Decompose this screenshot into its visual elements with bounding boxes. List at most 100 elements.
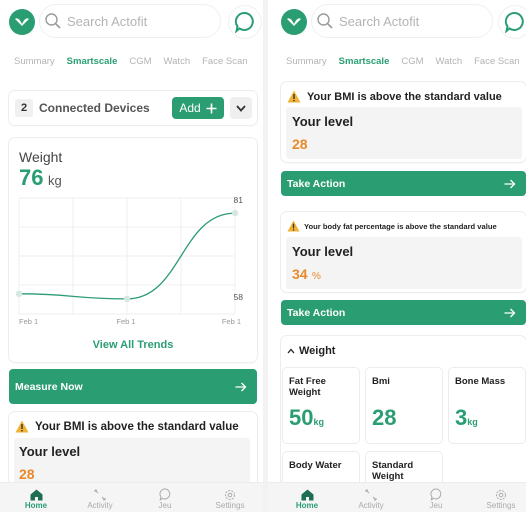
warning-icon <box>287 220 300 232</box>
nav-jeu-label: Jeu <box>429 501 443 510</box>
nav-settings[interactable]: Settings <box>476 485 526 510</box>
bmi-level-value: 28 <box>19 466 35 482</box>
tab-smartscale[interactable]: Smartscale <box>339 56 390 67</box>
tab-face-scan[interactable]: Face Scan <box>202 56 247 67</box>
tab-summary[interactable]: Summary <box>14 56 55 67</box>
search-input[interactable]: Search Actofit <box>40 5 220 37</box>
category-tabs: Summary Smartscale CGM Watch Face Scan <box>286 56 526 70</box>
actofit-logo-icon[interactable] <box>281 9 307 35</box>
warning-icon <box>287 90 301 103</box>
body-fat-take-action-button[interactable]: Take Action <box>281 300 526 325</box>
bmi-level-value: 28 <box>292 136 308 152</box>
weight-title: Weight <box>19 149 63 165</box>
bmi-alert-title: Your BMI is above the standard value <box>35 420 239 433</box>
gear-icon <box>496 490 506 500</box>
arrow-right-icon <box>235 382 247 391</box>
fat-free-weight-tile[interactable]: Fat Free Weight 50kg <box>283 368 359 443</box>
bmi-alert-title: Your BMI is above the standard value <box>307 90 502 103</box>
measure-now-button[interactable]: Measure Now <box>9 369 257 404</box>
fat-free-weight-label: Fat Free Weight <box>289 376 326 398</box>
bone-mass-value-row: 3kg <box>455 405 478 431</box>
bmi-alert-header: Your BMI is above the standard value <box>287 90 502 103</box>
body-water-label: Body Water <box>289 460 342 471</box>
nav-home[interactable]: Home <box>282 485 332 510</box>
search-icon <box>45 13 61 29</box>
standard-weight-label: Standard Weight <box>372 460 414 482</box>
bmi-take-action-button[interactable]: Take Action <box>281 171 526 196</box>
chart-data-point[interactable] <box>231 209 239 217</box>
right-screen: Search Actofit Summary Smartscale CGM Watch… <box>268 0 526 512</box>
activity-icon <box>94 489 106 501</box>
chevron-up-icon <box>287 348 295 354</box>
body-fat-level-box: Your level 34 % <box>286 237 522 289</box>
body-fat-level-value: 34 <box>292 266 308 282</box>
x-tick-labels: Feb 1 Feb 1 Feb 1 <box>19 317 241 326</box>
nav-jeu[interactable]: Jeu <box>140 485 190 510</box>
plus-icon <box>206 103 217 113</box>
chat-bubble-icon <box>234 12 254 33</box>
bone-mass-unit: kg <box>467 417 478 427</box>
body-fat-alert-card: Your body fat percentage is above the st… <box>281 212 526 292</box>
nav-settings-label: Settings <box>486 501 516 510</box>
view-all-trends-link[interactable]: View All Trends <box>9 339 257 351</box>
connected-devices-card: 2 Connected Devices Add <box>9 91 257 125</box>
weight-value-row: 76 kg <box>19 165 62 191</box>
bone-mass-value: 3 <box>455 405 468 430</box>
body-fat-take-action-label: Take Action <box>287 306 346 319</box>
bmi-level-label: Your level <box>19 444 81 459</box>
body-fat-level-row: 34 % <box>292 266 321 284</box>
bmi-value: 28 <box>372 405 397 430</box>
tab-watch[interactable]: Watch <box>436 56 463 67</box>
tab-smartscale[interactable]: Smartscale <box>67 56 118 67</box>
chat-button[interactable] <box>499 6 526 38</box>
nav-settings[interactable]: Settings <box>205 485 255 510</box>
nav-activity[interactable]: Activity <box>346 485 396 510</box>
bone-mass-label: Bone Mass <box>455 376 506 387</box>
weight-line-chart: 81 58 Feb 1 Feb 1 Feb 1 <box>15 195 243 326</box>
nav-settings-label: Settings <box>215 501 245 510</box>
top-bar: Search Actofit <box>268 0 526 44</box>
weight-section-header[interactable]: Weight <box>287 345 335 357</box>
weight-metrics-card: Weight Fat Free Weight 50kg Bmi 28 Bone … <box>281 336 526 512</box>
weight-section-title: Weight <box>299 345 336 357</box>
devices-dropdown-button[interactable] <box>230 97 252 119</box>
fat-free-weight-value-row: 50kg <box>289 405 324 431</box>
search-placeholder: Search Actofit <box>67 13 148 29</box>
warning-icon <box>15 420 29 433</box>
bmi-alert-header: Your BMI is above the standard value <box>15 420 239 433</box>
connected-devices-label: Connected Devices <box>39 101 150 115</box>
search-input[interactable]: Search Actofit <box>312 5 492 37</box>
tab-cgm[interactable]: CGM <box>401 56 423 67</box>
activity-icon <box>365 489 377 501</box>
tab-cgm[interactable]: CGM <box>129 56 151 67</box>
bone-mass-tile[interactable]: Bone Mass 3kg <box>449 368 525 443</box>
tab-summary[interactable]: Summary <box>286 56 327 67</box>
tab-face-scan[interactable]: Face Scan <box>474 56 519 67</box>
weight-trend-card: Weight 76 kg 81 58 Feb 1 Feb 1 Feb 1 View … <box>9 138 257 362</box>
x-tick-label: Feb 1 <box>19 317 38 326</box>
chart-data-point[interactable] <box>15 290 23 298</box>
add-device-label: Add <box>179 101 201 115</box>
chat-icon <box>429 488 441 501</box>
home-icon <box>301 489 313 501</box>
bmi-tile[interactable]: Bmi 28 <box>366 368 442 443</box>
gear-icon <box>225 490 235 500</box>
search-placeholder: Search Actofit <box>339 13 420 29</box>
chat-button[interactable] <box>229 6 261 38</box>
nav-home[interactable]: Home <box>11 485 61 510</box>
top-bar: Search Actofit <box>0 0 263 44</box>
add-device-button[interactable]: Add <box>172 97 224 119</box>
nav-jeu[interactable]: Jeu <box>411 485 461 510</box>
home-icon <box>30 489 42 501</box>
actofit-logo-icon[interactable] <box>9 9 35 35</box>
bmi-label: Bmi <box>372 376 390 387</box>
fat-free-weight-unit: kg <box>313 417 324 427</box>
chart-data-point[interactable] <box>123 295 131 303</box>
body-fat-level-label: Your level <box>292 244 354 259</box>
bottom-navigation: Home Activity Jeu Settings <box>0 482 263 512</box>
tab-watch[interactable]: Watch <box>164 56 191 67</box>
nav-activity[interactable]: Activity <box>75 485 125 510</box>
left-screen: Search Actofit Summary Smartscale CGM Watch… <box>0 0 263 512</box>
category-tabs: Summary Smartscale CGM Watch Face Scan <box>14 56 263 70</box>
chat-bubble-icon <box>504 12 524 33</box>
